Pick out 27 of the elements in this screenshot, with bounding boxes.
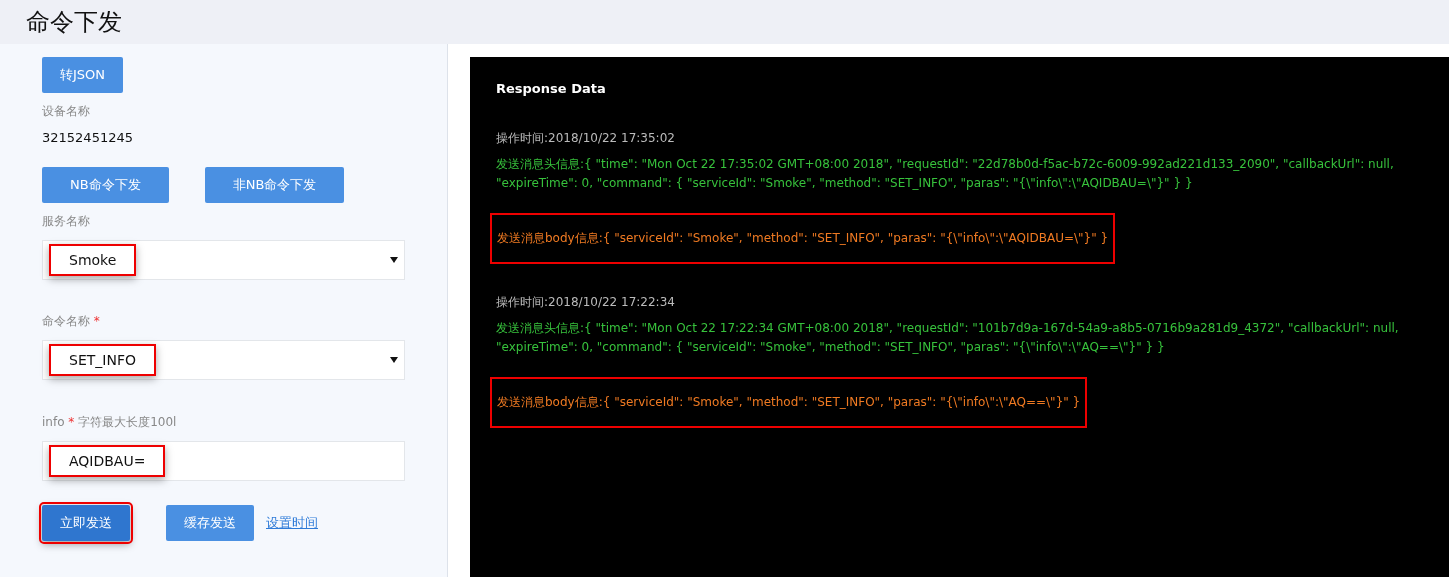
- service-dropdown[interactable]: Smoke: [42, 240, 405, 280]
- body-message: 发送消息body信息:{ "serviceId": "Smoke", "method": "SET_INFO", "paras": "{\"info\":\"AQ==\"}" }: [490, 377, 1088, 428]
- set-time-link[interactable]: 设置时间: [266, 514, 318, 532]
- field-label: 设备名称: [42, 103, 90, 120]
- field-label: 命令名称 *: [42, 313, 100, 330]
- field-value: SET_INFO: [49, 344, 156, 376]
- field-label: info * 字符最大长度100l: [42, 414, 177, 431]
- field-value: AQIDBAU=: [49, 445, 166, 477]
- send-button[interactable]: 立即发送: [42, 505, 130, 541]
- header-message: 发送消息头信息:{ "time": "Mon Oct 22 17:35:02 GMT+08:00 2018", "requestId": "22d78b0d-f5ac-b72c-6009-992ad221d133_2090", "callbackUrl": null, "expireTime": 0, "command": { "serviceId": "Smoke", "method": "SET_INFO", "paras": "{\"info\":\"AQIDBAU=\"}" } }: [496, 156, 1395, 192]
- field-value: Smoke: [49, 244, 137, 276]
- field-label: 服务名称: [42, 213, 90, 230]
- device-name-value: 32152451245: [42, 130, 133, 145]
- body-message: 发送消息body信息:{ "serviceId": "Smoke", "method": "SET_INFO", "paras": "{\"info\":\"AQIDBAU=\"}" }: [490, 213, 1116, 264]
- operation-time: 操作时间:2018/10/22 17:35:02: [496, 130, 676, 147]
- to-json-button[interactable]: 转JSON: [42, 57, 124, 93]
- page-title: 命令下发: [26, 7, 122, 38]
- header-message: 发送消息头信息:{ "time": "Mon Oct 22 17:22:34 GMT+08:00 2018", "requestId": "101b7d9a-167d-54a9-a8b5-0716b9a281d9_4372", "callbackUrl": null, "expireTime": 0, "command": { "serviceId": "Smoke", "method": "SET_INFO", "paras": "{\"info\":\"AQ==\"}" } }: [496, 320, 1400, 356]
- command-dropdown[interactable]: SET_INFO: [42, 340, 405, 380]
- command-mode-button[interactable]: 非NB命令下发: [204, 167, 345, 203]
- send-button[interactable]: 缓存发送: [166, 505, 254, 541]
- response-title: Response Data: [496, 81, 607, 96]
- caret-icon: [390, 257, 398, 263]
- info-input[interactable]: AQIDBAU=: [42, 441, 405, 481]
- caret-icon: [390, 357, 398, 363]
- operation-time: 操作时间:2018/10/22 17:22:34: [496, 294, 676, 311]
- command-mode-button[interactable]: NB命令下发: [42, 167, 169, 203]
